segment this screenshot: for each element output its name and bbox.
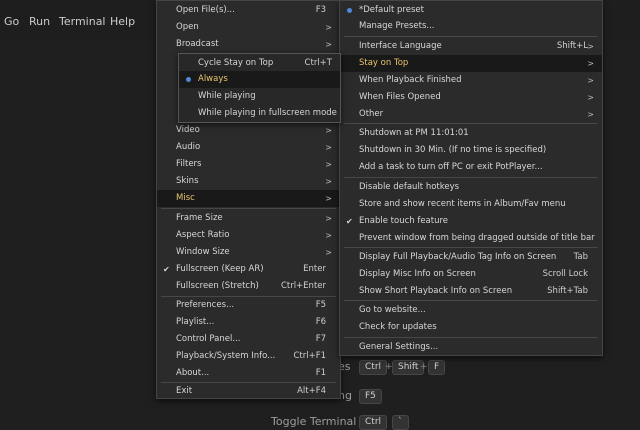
chevron-right-icon: > bbox=[325, 214, 332, 223]
menu-item-prevent-drag[interactable]: Prevent window from being dragged outsid… bbox=[340, 230, 602, 247]
menu-item-open-files[interactable]: Open File(s)... F3 bbox=[157, 2, 340, 19]
menu-item-about[interactable]: About... F1 bbox=[157, 365, 340, 382]
menu-help[interactable]: Help bbox=[110, 15, 135, 28]
separator bbox=[161, 208, 336, 209]
chevron-right-icon: > bbox=[325, 143, 332, 152]
chevron-right-icon: > bbox=[587, 76, 594, 85]
chevron-right-icon: > bbox=[587, 93, 594, 102]
separator bbox=[344, 300, 598, 301]
menu-item-full-tag-info[interactable]: Display Full Playback/Audio Tag Info on … bbox=[340, 249, 602, 266]
menu-item-when-files-opened[interactable]: When Files Opened > bbox=[340, 89, 602, 106]
menu-item-exit[interactable]: Exit Alt+F4 bbox=[157, 383, 340, 400]
menu-item-when-playback-finished[interactable]: When Playback Finished > bbox=[340, 72, 602, 89]
check-icon: ✔ bbox=[163, 265, 170, 274]
menu-item-broadcast[interactable]: Broadcast > bbox=[157, 36, 340, 53]
menu-item-short-playback-info[interactable]: Show Short Playback Info on Screen Shift… bbox=[340, 283, 602, 300]
menu-item-store-recent[interactable]: Store and show recent items in Album/Fav… bbox=[340, 196, 602, 213]
kbd-ctrl: Ctrl bbox=[359, 360, 388, 375]
separator bbox=[344, 177, 598, 178]
chevron-right-icon: > bbox=[325, 231, 332, 240]
radio-dot-icon bbox=[347, 8, 352, 13]
menu-item-interface-language[interactable]: Interface Language Shift+L > bbox=[340, 38, 602, 55]
menu-item-website[interactable]: Go to website... bbox=[340, 302, 602, 319]
menu-item-while-playing-fullscreen[interactable]: While playing in fullscreen mode bbox=[179, 105, 340, 122]
menu-item-stay-on-top[interactable]: Stay on Top > bbox=[340, 55, 602, 72]
menu-item-audio[interactable]: Audio > bbox=[157, 139, 340, 156]
misc-submenu: *Default preset Manage Presets... Interf… bbox=[339, 0, 603, 356]
menu-run[interactable]: Run bbox=[29, 15, 50, 28]
menu-item-fullscreen-stretch[interactable]: Fullscreen (Stretch) Ctrl+Enter bbox=[157, 278, 340, 295]
menu-item-fullscreen-keep-ar[interactable]: ✔ Fullscreen (Keep AR) Enter bbox=[157, 261, 340, 278]
menu-item-general-settings[interactable]: General Settings... bbox=[340, 339, 602, 356]
menu-item-manage-presets[interactable]: Manage Presets... bbox=[340, 18, 602, 35]
menu-item-open[interactable]: Open > bbox=[157, 19, 340, 36]
plus-sign: + bbox=[420, 362, 428, 372]
check-icon: ✔ bbox=[346, 217, 353, 226]
separator bbox=[344, 247, 598, 248]
menu-item-check-updates[interactable]: Check for updates bbox=[340, 319, 602, 336]
chevron-right-icon: > bbox=[587, 110, 594, 119]
chevron-right-icon: > bbox=[325, 194, 332, 203]
menu-item-touch-feature[interactable]: ✔ Enable touch feature bbox=[340, 213, 602, 230]
chevron-right-icon: > bbox=[325, 248, 332, 257]
menu-item-other[interactable]: Other > bbox=[340, 106, 602, 123]
chevron-right-icon: > bbox=[325, 126, 332, 135]
menu-item-playlist[interactable]: Playlist... F6 bbox=[157, 314, 340, 331]
radio-dot-icon bbox=[186, 77, 191, 82]
menu-go[interactable]: Go bbox=[4, 15, 19, 28]
kbd-f: F bbox=[428, 360, 446, 375]
menu-item-playback-info[interactable]: Playback/System Info... Ctrl+F1 bbox=[157, 348, 340, 365]
chevron-right-icon: > bbox=[325, 40, 332, 49]
chevron-right-icon: > bbox=[325, 160, 332, 169]
kbd-backtick: ` bbox=[392, 415, 409, 430]
kbd-ctrl-2: Ctrl bbox=[359, 415, 388, 430]
menu-item-window-size[interactable]: Window Size > bbox=[157, 244, 340, 261]
menu-item-misc-info[interactable]: Display Misc Info on Screen Scroll Lock bbox=[340, 266, 602, 283]
menu-item-control-panel[interactable]: Control Panel... F7 bbox=[157, 331, 340, 348]
separator bbox=[344, 123, 598, 124]
chevron-right-icon: > bbox=[587, 42, 594, 51]
menu-item-shutdown-in[interactable]: Shutdown in 30 Min. (If no time is speci… bbox=[340, 142, 602, 159]
menu-item-preferences[interactable]: Preferences... F5 bbox=[157, 297, 340, 314]
menu-item-cycle-stay-on-top[interactable]: Cycle Stay on Top Ctrl+T bbox=[179, 55, 340, 72]
chevron-right-icon: > bbox=[325, 23, 332, 32]
kbd-f5: F5 bbox=[359, 389, 382, 404]
menu-item-shutdown-at[interactable]: Shutdown at PM 11:01:01 bbox=[340, 125, 602, 142]
menu-item-misc[interactable]: Misc > bbox=[157, 190, 340, 207]
menu-item-aspect-ratio[interactable]: Aspect Ratio > bbox=[157, 227, 340, 244]
menu-item-video[interactable]: Video > bbox=[157, 122, 340, 139]
chevron-right-icon: > bbox=[325, 177, 332, 186]
menu-item-skins[interactable]: Skins > bbox=[157, 173, 340, 190]
menu-item-default-preset[interactable]: *Default preset bbox=[340, 2, 602, 19]
menu-item-disable-hotkeys[interactable]: Disable default hotkeys bbox=[340, 179, 602, 196]
menu-item-filters[interactable]: Filters > bbox=[157, 156, 340, 173]
menu-item-while-playing[interactable]: While playing bbox=[179, 88, 340, 105]
menu-item-always[interactable]: Always bbox=[179, 71, 340, 88]
separator bbox=[344, 337, 598, 338]
separator bbox=[344, 36, 598, 37]
menu-terminal[interactable]: Terminal bbox=[59, 15, 106, 28]
stay-on-top-submenu: Cycle Stay on Top Ctrl+T Always While pl… bbox=[178, 53, 341, 123]
menu-item-add-task[interactable]: Add a task to turn off PC or exit PotPla… bbox=[340, 159, 602, 176]
menu-item-frame-size[interactable]: Frame Size > bbox=[157, 210, 340, 227]
chevron-right-icon: > bbox=[587, 59, 594, 68]
